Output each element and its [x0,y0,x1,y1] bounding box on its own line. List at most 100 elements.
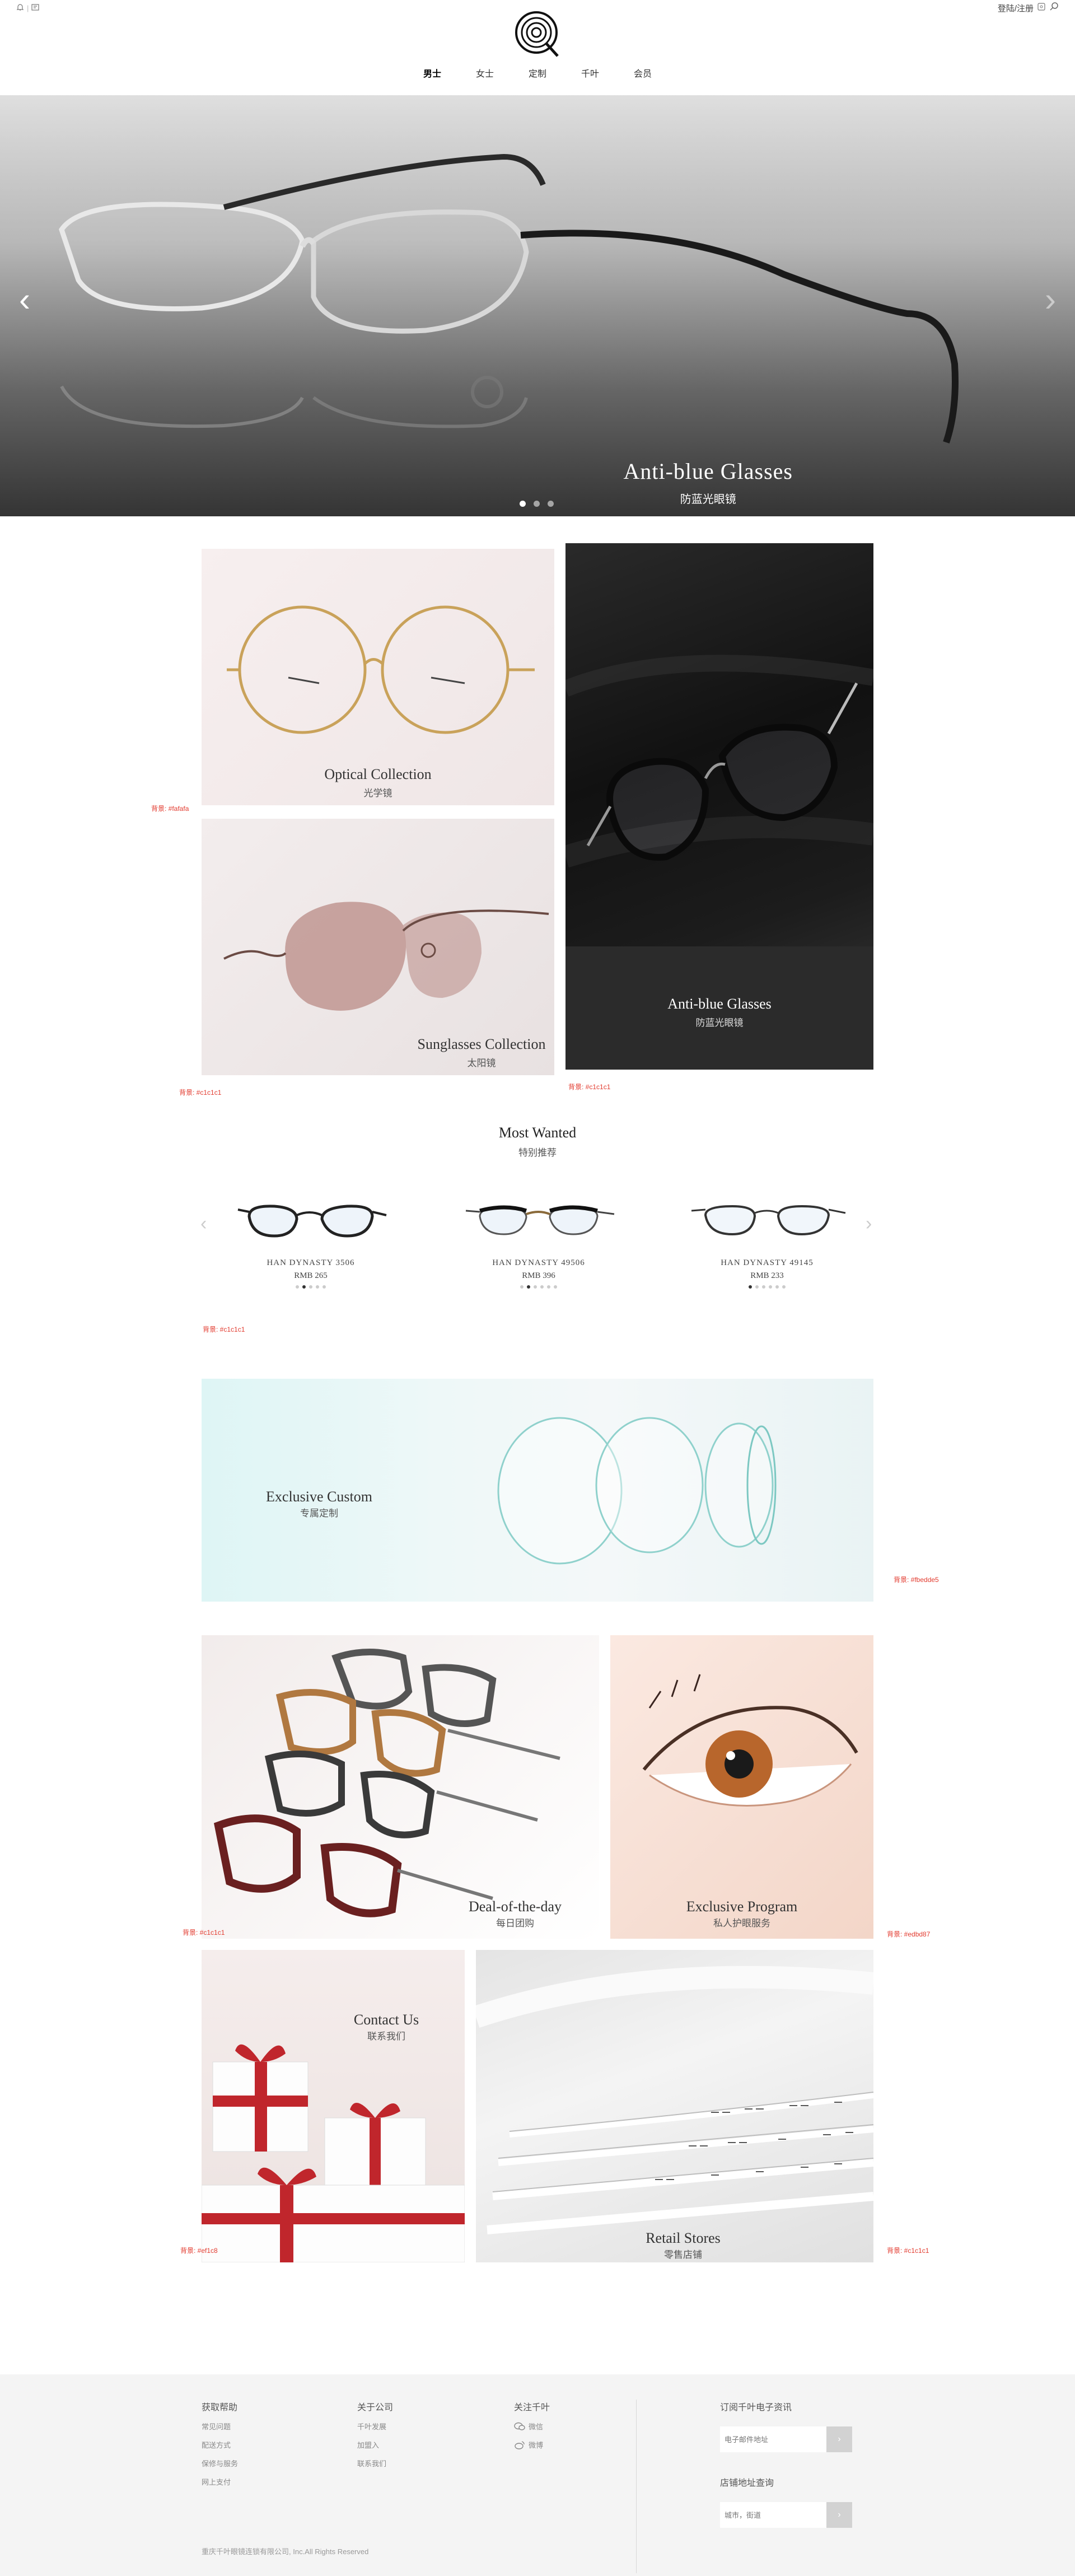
deal-subtitle: 每日团购 [496,1918,534,1929]
bg-note-optical: 背景: #fafafa [151,805,189,813]
custom-subtitle: 专属定制 [300,1508,338,1519]
most-wanted-next-arrow[interactable]: › [866,1213,872,1235]
footer-link[interactable]: 配送方式 [202,2439,238,2450]
nav-item-member[interactable]: 会员 [634,66,652,80]
hero-title: Anti-blue Glasses [623,459,793,484]
product-card[interactable]: HAN DYNASTY 3506 RMB 265 [227,1194,395,1289]
nav-item-men[interactable]: 男士 [423,66,441,80]
hero-caption: Anti-blue Glasses 防蓝光眼镜 [623,458,793,506]
nav-item-qianye[interactable]: 千叶 [581,66,599,80]
gift-boxes-image [202,2044,465,2262]
custom-title: Exclusive Custom [266,1488,372,1505]
footer-follow-title: 关注千叶 [514,2403,550,2412]
contact-caption: Contact Us 联系我们 [330,2012,442,2042]
program-title: Exclusive Program [686,1898,798,1915]
newsletter-title: 订阅千叶电子资讯 [720,2403,792,2412]
main-nav: 男士 女士 定制 千叶 会员 [0,66,1075,80]
product-card[interactable]: HAN DYNASTY 49145 RMB 233 [683,1194,851,1289]
store-finder-submit-button[interactable]: › [826,2502,852,2528]
weibo-label: 微博 [529,2441,544,2449]
footer-wechat-link[interactable]: 微信 [514,2421,550,2432]
product-price: RMB 233 [750,1271,784,1280]
retail-title: Retail Stores [646,2230,721,2246]
search-icon[interactable] [1049,2,1059,14]
topbar-right: 登陆/注册 [998,2,1059,13]
antiblue-subtitle: 防蓝光眼镜 [695,1018,744,1028]
newsletter-form: › [720,2426,852,2452]
footer-link[interactable]: 加盟入 [357,2439,393,2450]
product-glasses-image [465,1205,615,1235]
hero-dot[interactable] [548,501,554,507]
deal-of-the-day-tile[interactable]: Deal-of-the-day 每日团购 [202,1635,599,1939]
hero-dot[interactable] [520,501,526,507]
most-wanted-subtitle: 特别推荐 [518,1147,557,1158]
hero-banner[interactable]: ‹ › Anti-blue Glasses 防蓝光眼镜 [0,95,1075,516]
newsletter-email-input[interactable] [720,2427,826,2452]
message-icon[interactable] [31,3,40,13]
footer-help-column: 获取帮助 常见问题 配送方式 保修与服务 网上支付 [202,2400,238,2487]
optical-subtitle: 光学镜 [363,788,392,799]
sunglasses-subtitle: 太阳镜 [467,1058,496,1068]
stacked-glasses-image [213,1649,560,1917]
product-glasses-image [691,1205,846,1236]
contact-us-tile[interactable]: Contact Us 联系我们 [202,1950,465,2262]
nav-item-custom[interactable]: 定制 [529,66,546,80]
bg-note-most-wanted: 背景: #c1c1c1 [203,1326,245,1333]
footer-newsletter: 订阅千叶电子资讯 › [720,2400,852,2452]
optical-caption: Optical Collection 光学镜 [202,766,554,799]
store-finder-input[interactable] [720,2503,826,2527]
footer-link[interactable]: 联系我们 [357,2458,393,2468]
most-wanted-header: Most Wanted 特别推荐 [0,1124,1075,1159]
antiblue-tile[interactable]: Anti-blue Glasses 防蓝光眼镜 [565,543,873,1070]
footer: 获取帮助 常见问题 配送方式 保修与服务 网上支付 关于公司 千叶发展 加盟入 … [0,2374,1075,2576]
program-caption: Exclusive Program 私人护眼服务 [610,1898,873,1929]
sunglasses-caption: Sunglasses Collection 太阳镜 [409,1036,554,1069]
exclusive-program-tile[interactable]: Exclusive Program 私人护眼服务 [610,1635,873,1939]
login-register-link[interactable]: 登陆/注册 [998,2,1034,14]
weibo-icon [515,2440,525,2449]
antiblue-caption: Anti-blue Glasses 防蓝光眼镜 [565,996,873,1029]
exclusive-custom-banner[interactable]: Exclusive Custom 专属定制 [202,1379,873,1602]
hero-subtitle: 防蓝光眼镜 [680,493,736,506]
wechat-small-icon[interactable] [1037,2,1046,13]
hero-dot[interactable] [534,501,540,507]
bg-note-contact: 背景: #ef1c8 [180,2247,218,2255]
retail-stores-tile[interactable]: Retail Stores 零售店铺 [476,1950,873,2262]
nav-item-women[interactable]: 女士 [476,66,494,80]
bg-note-custom: 背景: #fbedde5 [894,1576,939,1584]
store-finder-form: › [720,2502,852,2528]
footer-divider [636,2400,637,2573]
hero-pagination [520,501,554,507]
hero-glasses-image [0,95,1075,516]
most-wanted-prev-arrow[interactable]: ‹ [200,1213,207,1235]
sunglasses-collection-tile[interactable]: Sunglasses Collection 太阳镜 [202,819,554,1075]
footer-link[interactable]: 保修与服务 [202,2458,238,2468]
deal-caption: Deal-of-the-day 每日团购 [437,1898,593,1929]
wechat-icon [514,2422,525,2430]
footer-weibo-link[interactable]: 微博 [514,2439,550,2450]
program-subtitle: 私人护眼服务 [713,1918,770,1929]
product-card[interactable]: HAN DYNASTY 49506 RMB 396 [455,1194,623,1289]
footer-link[interactable]: 常见问题 [202,2421,238,2432]
sunglasses-title: Sunglasses Collection [417,1036,546,1052]
product-color-dots [455,1285,623,1289]
bg-note-program: 背景: #edbd87 [887,1930,931,1938]
footer-store-finder: 店铺地址查询 › [720,2475,852,2528]
newsletter-submit-button[interactable]: › [826,2426,852,2452]
retail-caption: Retail Stores 零售店铺 [605,2230,761,2261]
optical-collection-tile[interactable]: Optical Collection 光学镜 [202,549,554,805]
footer-link[interactable]: 网上支付 [202,2476,238,2487]
bg-note-antiblue: 背景: #c1c1c1 [568,1083,611,1091]
footer-link[interactable]: 千叶发展 [357,2421,393,2432]
topbar-left: | [16,2,40,13]
brand-logo[interactable] [513,9,563,59]
product-glasses-image [237,1205,387,1238]
hero-next-arrow[interactable]: › [1045,280,1056,319]
bell-icon[interactable] [16,3,25,13]
bg-note-retail: 背景: #c1c1c1 [887,2247,929,2255]
hero-prev-arrow[interactable]: ‹ [19,280,30,319]
product-color-dots [227,1285,395,1289]
store-interior-image [476,1966,873,2234]
bg-note-sunglasses: 背景: #c1c1c1 [179,1089,222,1096]
custom-caption: Exclusive Custom 专属定制 [235,1488,403,1519]
